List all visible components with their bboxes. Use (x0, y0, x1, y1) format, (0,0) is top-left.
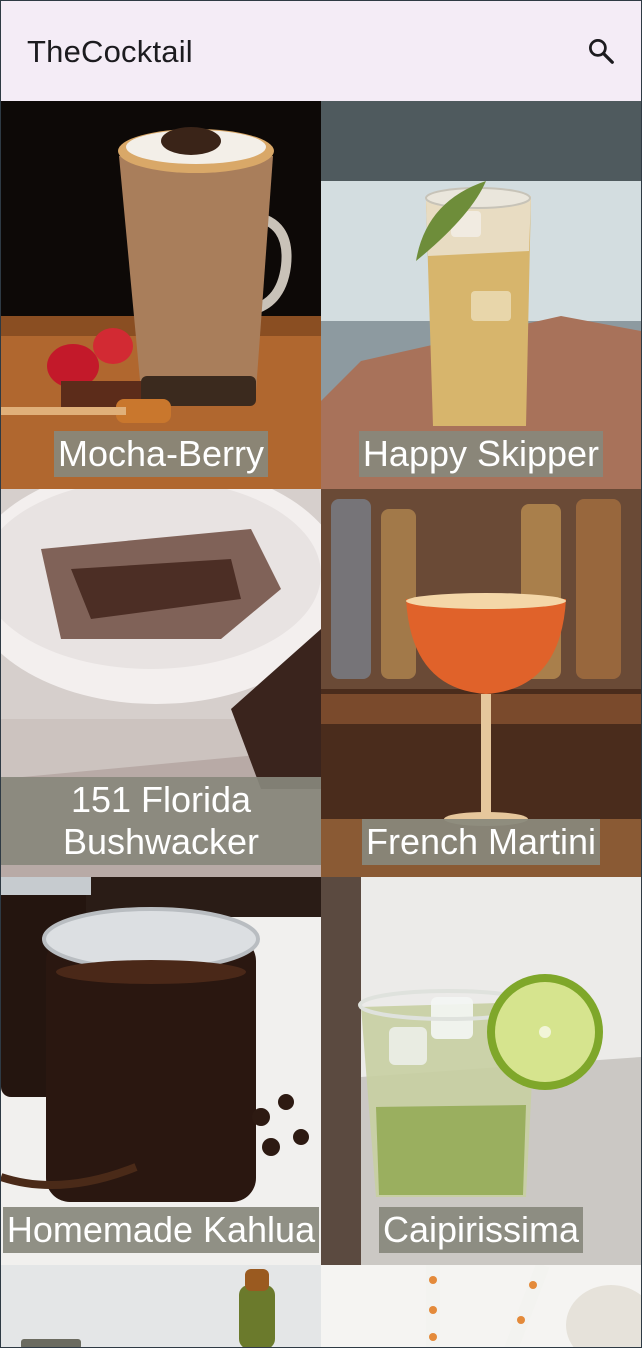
search-icon (589, 39, 614, 64)
drink-name: Caipirissima (378, 1207, 584, 1253)
drink-card-mocha-berry[interactable]: Mocha-Berry (1, 101, 321, 489)
drink-name: 151 Florida Bushwacker (1, 777, 321, 865)
drink-image (1, 1265, 321, 1347)
drink-card-partial-right[interactable] (321, 1265, 641, 1347)
drink-card-french-martini[interactable]: French Martini (321, 489, 641, 877)
drink-card-homemade-kahlua[interactable]: Homemade Kahlua (1, 877, 321, 1265)
drink-card-partial-left[interactable] (1, 1265, 321, 1347)
top-app-bar: TheCocktail (1, 1, 641, 101)
app-title: TheCocktail (27, 34, 193, 69)
drink-image (321, 1265, 641, 1347)
drink-name: Mocha-Berry (53, 431, 269, 477)
drink-card-happy-skipper[interactable]: Happy Skipper (321, 101, 641, 489)
drink-name: Happy Skipper (358, 431, 604, 477)
app-frame: TheCocktail Mocha-Berry Happy Skipper 15… (0, 0, 642, 1348)
drink-name: Homemade Kahlua (2, 1207, 320, 1253)
drink-card-151-florida-bushwacker[interactable]: 151 Florida Bushwacker (1, 489, 321, 877)
drink-name: French Martini (361, 819, 601, 865)
drink-card-caipirissima[interactable]: Caipirissima (321, 877, 641, 1265)
search-button[interactable] (579, 29, 623, 73)
